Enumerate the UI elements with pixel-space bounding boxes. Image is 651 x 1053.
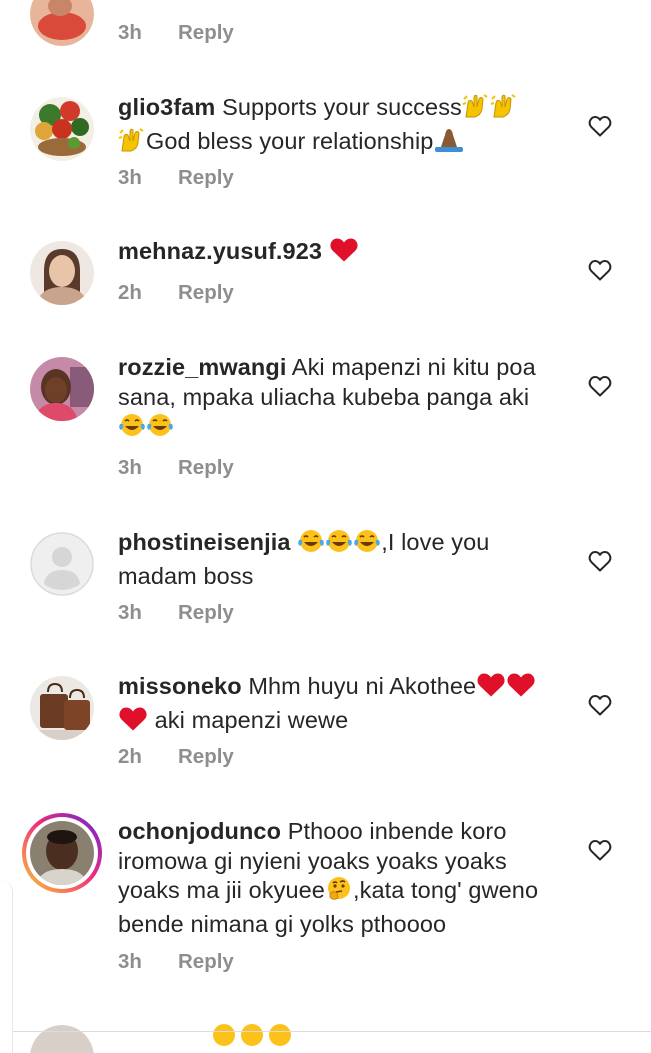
comment-body: mehnaz.yusuf.923 bbox=[118, 237, 566, 271]
reply-button[interactable]: Reply bbox=[178, 601, 234, 624]
comment-meta: 2h Reply bbox=[118, 281, 234, 305]
story-ring-avatar[interactable] bbox=[22, 813, 102, 893]
comment-meta: 3h Reply bbox=[118, 166, 234, 190]
avatar[interactable] bbox=[30, 97, 94, 161]
raising-hands-icon bbox=[462, 93, 490, 127]
raising-hands-icon bbox=[490, 93, 518, 127]
like-heart-icon[interactable] bbox=[588, 259, 612, 281]
comment-username[interactable]: rozzie_mwangi bbox=[118, 354, 286, 380]
tears-of-joy-icon bbox=[325, 528, 353, 562]
red-heart-icon bbox=[476, 672, 506, 706]
comment-text: Mhm huyu ni Akothee bbox=[248, 673, 477, 699]
story-ring-inner bbox=[26, 817, 98, 889]
comment-time: 3h bbox=[118, 456, 142, 479]
comment-text: Supports your success bbox=[222, 94, 462, 120]
comment-time: 2h bbox=[118, 281, 142, 304]
tears-of-joy-icon bbox=[118, 412, 146, 446]
tears-of-joy-icon bbox=[266, 1022, 294, 1053]
comment-meta: 2h Reply bbox=[118, 745, 234, 769]
comment-body: rozzie_mwangi Aki mapenzi ni kitu poa sa… bbox=[118, 353, 566, 446]
avatar[interactable] bbox=[30, 0, 94, 46]
raising-hands-icon bbox=[118, 127, 146, 161]
tears-of-joy-icon bbox=[146, 412, 174, 446]
comment-username[interactable]: missoneko bbox=[118, 673, 242, 699]
tears-of-joy-icon bbox=[238, 1022, 266, 1053]
red-heart-icon bbox=[506, 672, 536, 706]
comment-body: missoneko Mhm huyu ni Akothee aki mapenz… bbox=[118, 672, 566, 739]
reply-button[interactable]: Reply bbox=[178, 950, 234, 973]
like-heart-icon[interactable] bbox=[588, 550, 612, 572]
like-heart-icon[interactable] bbox=[588, 839, 612, 861]
reply-button[interactable]: Reply bbox=[178, 745, 234, 768]
comment-time: 3h bbox=[118, 21, 142, 44]
comment-username[interactable]: ochonjodunco bbox=[118, 818, 281, 844]
comment-username[interactable]: phostineisenjia bbox=[118, 529, 291, 555]
partial-emoji-row bbox=[210, 1022, 294, 1053]
comment-meta: 3h Reply bbox=[118, 601, 234, 625]
default-avatar-icon[interactable] bbox=[30, 532, 94, 596]
comment-input-divider bbox=[0, 1031, 651, 1032]
comment-time: 3h bbox=[118, 166, 142, 189]
comment-text-cont: aki mapenzi wewe bbox=[154, 706, 349, 733]
comment-time: 2h bbox=[118, 745, 142, 768]
like-heart-icon[interactable] bbox=[588, 115, 612, 137]
comment-body: phostineisenjia ,I love you madam boss bbox=[118, 528, 566, 591]
edge-panel-handle[interactable] bbox=[0, 880, 13, 1053]
reply-button[interactable]: Reply bbox=[178, 21, 234, 44]
tears-of-joy-icon bbox=[353, 528, 381, 562]
tears-of-joy-icon bbox=[210, 1022, 238, 1053]
comment-meta: 3h Reply bbox=[118, 21, 234, 45]
comment-time: 3h bbox=[118, 950, 142, 973]
comment-username[interactable]: mehnaz.yusuf.923 bbox=[118, 238, 322, 264]
red-heart-icon bbox=[118, 706, 148, 740]
comment-time: 3h bbox=[118, 601, 142, 624]
reply-button[interactable]: Reply bbox=[178, 281, 234, 304]
comments-screen: 3h Reply glio3fam Supports your success Go… bbox=[0, 0, 651, 1053]
red-heart-icon bbox=[329, 237, 359, 271]
avatar bbox=[30, 821, 94, 885]
folded-hands-icon bbox=[433, 127, 465, 161]
avatar[interactable] bbox=[30, 241, 94, 305]
comment-username[interactable]: glio3fam bbox=[118, 94, 215, 120]
comment-meta: 3h Reply bbox=[118, 950, 234, 974]
like-heart-icon[interactable] bbox=[588, 694, 612, 716]
avatar[interactable] bbox=[30, 1025, 94, 1053]
comment-text-cont: God bless your relationship bbox=[146, 127, 434, 154]
comment-meta: 3h Reply bbox=[118, 456, 234, 480]
like-heart-icon[interactable] bbox=[588, 375, 612, 397]
thinking-face-icon bbox=[325, 876, 353, 910]
avatar[interactable] bbox=[30, 357, 94, 421]
reply-button[interactable]: Reply bbox=[178, 166, 234, 189]
tears-of-joy-icon bbox=[297, 528, 325, 562]
comment-body: glio3fam Supports your success God bless … bbox=[118, 93, 566, 160]
comment-body: ochonjodunco Pthooo inbende koro iromowa… bbox=[118, 817, 566, 939]
reply-button[interactable]: Reply bbox=[178, 456, 234, 479]
avatar[interactable] bbox=[30, 676, 94, 740]
